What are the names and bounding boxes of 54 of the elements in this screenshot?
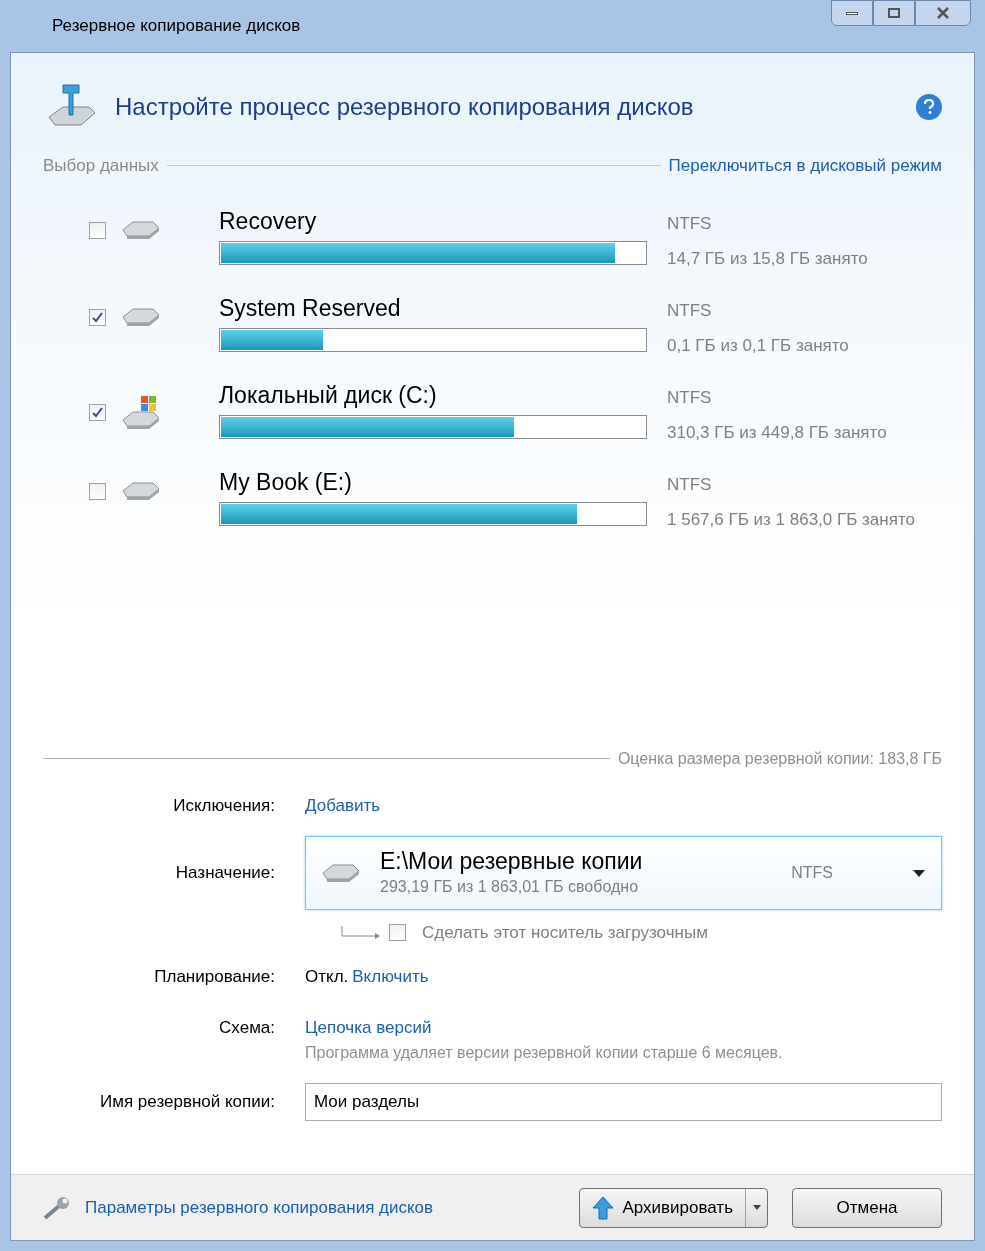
backup-name-field[interactable]: Мои разделы <box>305 1082 942 1121</box>
field-label: Исключения: <box>172 794 275 817</box>
drive-icon <box>322 863 360 883</box>
field-label: Планирование: <box>153 965 275 988</box>
minimize-button[interactable] <box>831 0 873 26</box>
volume-name: My Book (E:) <box>219 467 353 496</box>
maximize-button[interactable] <box>873 0 915 26</box>
checkbox[interactable] <box>89 308 106 326</box>
filesystem-label: NTFS <box>667 212 713 235</box>
caret-icon <box>752 1205 761 1210</box>
scheme-description: Программа удаляет версии резервной копии старше 6 месяцев. <box>305 1042 784 1063</box>
field-label: Схема: <box>218 1017 275 1039</box>
drive-icon <box>122 220 160 240</box>
destination-path: E:\Мои резервные копии <box>380 847 644 875</box>
section-label: Выбор данных <box>43 155 159 177</box>
field-label: Имя резервной копии: <box>99 1090 275 1113</box>
destination-dropdown[interactable]: E:\Мои резервные копии 293,19 ГБ из 1 863,01 ГБ свободно NTFS <box>305 836 942 910</box>
usage-text: 310,3 ГБ из 449,8 ГБ занято <box>667 422 887 444</box>
help-icon[interactable] <box>916 94 942 120</box>
checkbox[interactable] <box>89 221 106 239</box>
scheme-link[interactable]: Цепочка версий <box>305 1015 432 1041</box>
cancel-button[interactable]: Отмена <box>792 1187 942 1228</box>
drive-icon <box>122 307 160 327</box>
backup-options-link[interactable]: Параметры резервного копирования дисков <box>85 1194 568 1221</box>
free-space-text: 293,19 ГБ из 1 863,01 ГБ свободно <box>380 877 640 897</box>
volume-name: Локальный диск (C:) <box>219 380 438 409</box>
checkbox[interactable] <box>89 403 106 421</box>
windows-drive-icon <box>122 394 160 430</box>
connector-arrow-icon <box>341 925 381 940</box>
close-icon <box>936 7 950 19</box>
volume-name: Recovery <box>219 206 318 235</box>
filesystem-label: NTFS <box>667 299 713 322</box>
mode-switch-link[interactable]: Переключиться в дисковый режим <box>668 153 942 179</box>
schedule-value: Откл. <box>305 965 349 988</box>
dropdown-arrow-icon <box>913 869 925 877</box>
checkbox[interactable] <box>89 482 106 500</box>
add-link[interactable]: Добавить <box>305 792 381 818</box>
close-button[interactable] <box>915 0 971 26</box>
up-arrow-icon <box>592 1195 615 1220</box>
usage-text: 1 567,6 ГБ из 1 863,0 ГБ занято <box>667 509 915 531</box>
usage-text: 14,7 ГБ из 15,8 ГБ занято <box>667 248 868 270</box>
window-title: Резервное копирование дисков <box>52 15 301 38</box>
page-heading: Настройте процесс резервного копирования дисков <box>115 92 694 122</box>
drive-icon <box>122 481 160 501</box>
filesystem-label: NTFS <box>667 473 713 496</box>
field-label: Назначение: <box>174 862 275 885</box>
bootable-label: Сделать этот носитель загрузочным <box>422 922 708 944</box>
checkbox[interactable] <box>389 924 406 942</box>
enable-link[interactable]: Включить <box>352 963 429 989</box>
usage-text: 0,1 ГБ из 0,1 ГБ занято <box>667 335 849 357</box>
volume-name: System Reserved <box>219 293 402 322</box>
filesystem-label: NTFS <box>791 863 833 883</box>
filesystem-label: NTFS <box>667 386 713 409</box>
estimate-text: Оценка размера резервной копии: 183,8 ГБ <box>617 748 942 769</box>
